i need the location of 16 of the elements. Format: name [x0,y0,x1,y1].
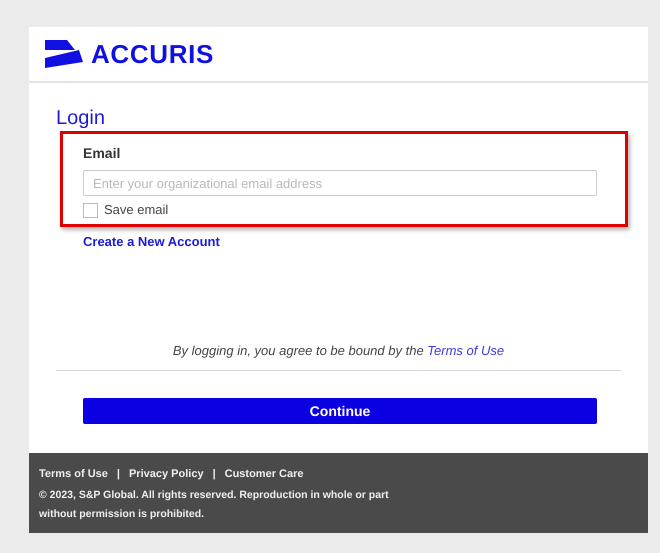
logo-icon [45,40,83,68]
footer-link[interactable]: Terms of Use [39,467,108,481]
save-email-checkbox[interactable]: Save email [83,202,625,218]
login-title: Login [56,106,106,131]
terms-agreement-text: By logging in, you agree to be bound by the Terms of Use [172,342,506,360]
email-label: Email [83,144,122,162]
footer-link[interactable]: Privacy Policy [128,467,204,481]
logo-text: ACCURIS [91,41,214,67]
copyright-text: © 2023, S&P Global. All rights reserved. Reproduction in whole or part without permission is prohibited. [39,488,390,522]
link-separator: | [212,467,216,481]
footer-link[interactable]: Customer Care [224,467,304,481]
create-account-link[interactable]: Create a New Account [83,233,220,251]
email-field[interactable]: Enter your organizational email address [83,170,597,196]
terms-of-use-link[interactable]: Terms of Use [427,343,504,358]
link-separator: | [116,467,120,481]
continue-button[interactable]: Continue [83,398,597,424]
